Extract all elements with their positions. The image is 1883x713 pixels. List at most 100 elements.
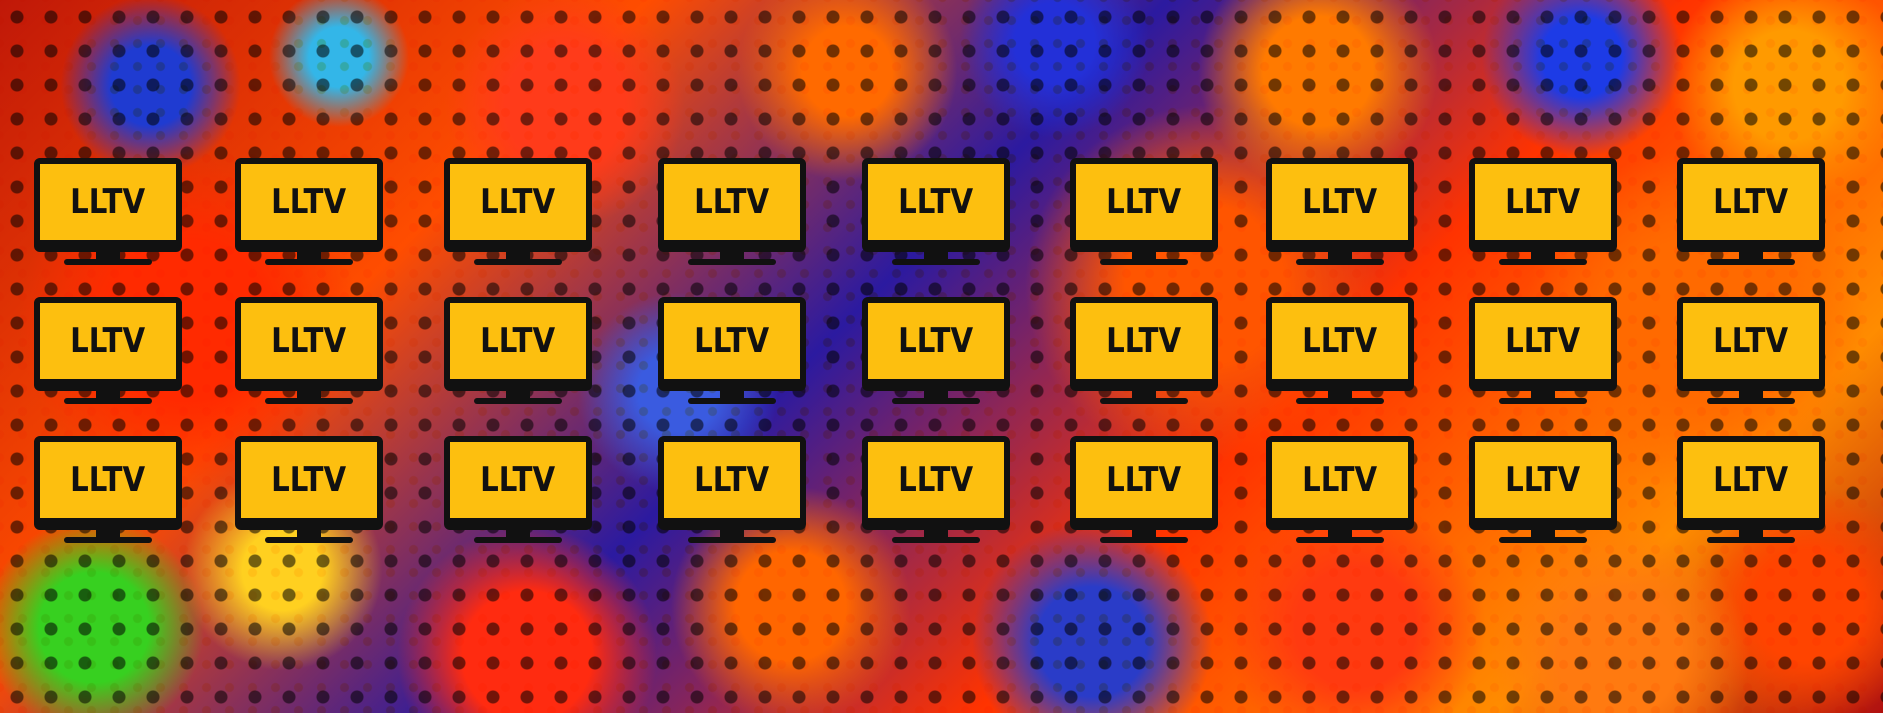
tv-logo-text: LLTV	[1106, 321, 1182, 361]
tv-logo-text: LLTV	[70, 321, 146, 361]
tv-stand-base	[892, 398, 980, 404]
tv-stand-base	[892, 537, 980, 543]
tv-logo-text: LLTV	[1106, 460, 1182, 500]
tv-monitor-icon: LLTV	[1070, 158, 1218, 278]
tv-stand-base	[1100, 398, 1188, 404]
tv-logo-text: LLTV	[1106, 182, 1182, 222]
tv-screen: LLTV	[1070, 158, 1218, 252]
tv-screen: LLTV	[235, 158, 383, 252]
tv-monitor-icon: LLTV	[1677, 297, 1825, 417]
tv-logo-text: LLTV	[70, 460, 146, 500]
tv-logo-text: LLTV	[898, 460, 974, 500]
tv-monitor-icon: LLTV	[1070, 436, 1218, 556]
tv-logo-text: LLTV	[1713, 321, 1789, 361]
tv-screen: LLTV	[34, 436, 182, 530]
tv-monitor-icon: LLTV	[34, 158, 182, 278]
tv-screen: LLTV	[235, 436, 383, 530]
tv-logo-text: LLTV	[271, 321, 347, 361]
tv-screen: LLTV	[1469, 158, 1617, 252]
tv-monitor-icon: LLTV	[862, 297, 1010, 417]
tv-monitor-icon: LLTV	[1070, 297, 1218, 417]
tv-logo-text: LLTV	[1505, 182, 1581, 222]
tv-logo-text: LLTV	[1505, 321, 1581, 361]
tv-monitor-icon: LLTV	[1469, 158, 1617, 278]
tv-screen: LLTV	[1469, 297, 1617, 391]
tv-stand-base	[265, 398, 353, 404]
tv-screen: LLTV	[1266, 436, 1414, 530]
tv-monitor-icon: LLTV	[1469, 436, 1617, 556]
tv-stand-base	[1707, 537, 1795, 543]
tv-logo-text: LLTV	[480, 182, 556, 222]
tv-stand-base	[1296, 537, 1384, 543]
tv-logo-text: LLTV	[271, 182, 347, 222]
tv-monitor-icon: LLTV	[235, 297, 383, 417]
tv-logo-text: LLTV	[70, 182, 146, 222]
tv-logo-text: LLTV	[1713, 182, 1789, 222]
tv-stand-base	[1499, 259, 1587, 265]
tv-monitor-icon: LLTV	[444, 436, 592, 556]
tv-monitor-icon: LLTV	[862, 158, 1010, 278]
tv-screen: LLTV	[1677, 297, 1825, 391]
tv-monitor-icon: LLTV	[1266, 436, 1414, 556]
tv-stand-base	[64, 398, 152, 404]
tv-stand-base	[265, 537, 353, 543]
tv-logo-text: LLTV	[1505, 460, 1581, 500]
tv-stand-base	[688, 259, 776, 265]
tv-stand-base	[1499, 537, 1587, 543]
tv-monitor-icon: LLTV	[34, 436, 182, 556]
tv-stand-base	[1707, 259, 1795, 265]
tv-stand-base	[1100, 537, 1188, 543]
tv-screen: LLTV	[658, 297, 806, 391]
tv-screen: LLTV	[658, 436, 806, 530]
tv-screen: LLTV	[862, 436, 1010, 530]
tv-stand-base	[1296, 398, 1384, 404]
tv-stand-base	[474, 537, 562, 543]
tv-monitor-icon: LLTV	[658, 297, 806, 417]
tv-stand-base	[474, 398, 562, 404]
tv-logo-text: LLTV	[271, 460, 347, 500]
tv-logo-text: LLTV	[1302, 460, 1378, 500]
tv-logo-text: LLTV	[480, 460, 556, 500]
tv-monitor-icon: LLTV	[444, 158, 592, 278]
tv-stand-base	[1499, 398, 1587, 404]
tv-monitor-icon: LLTV	[444, 297, 592, 417]
tv-logo-text: LLTV	[1302, 182, 1378, 222]
tv-stand-base	[892, 259, 980, 265]
tv-stand-base	[64, 259, 152, 265]
tv-screen: LLTV	[1266, 297, 1414, 391]
tv-monitor-icon: LLTV	[862, 436, 1010, 556]
lltv-banner: LLTV LLTV LLTV LLTV LLTV LLTV LLTV LLTV LLTV LLTV…	[0, 0, 1883, 713]
tv-stand-base	[688, 537, 776, 543]
tv-logo-text: LLTV	[1302, 321, 1378, 361]
tv-stand-base	[64, 537, 152, 543]
tv-screen: LLTV	[1677, 158, 1825, 252]
tv-screen: LLTV	[1469, 436, 1617, 530]
tv-logo-text: LLTV	[480, 321, 556, 361]
tv-screen: LLTV	[1070, 436, 1218, 530]
tv-monitor-icon: LLTV	[34, 297, 182, 417]
tv-screen: LLTV	[34, 158, 182, 252]
tv-monitor-icon: LLTV	[1677, 436, 1825, 556]
tv-monitor-icon: LLTV	[658, 436, 806, 556]
tv-screen: LLTV	[235, 297, 383, 391]
tv-stand-base	[474, 259, 562, 265]
tv-stand-base	[1100, 259, 1188, 265]
tv-stand-base	[265, 259, 353, 265]
tv-stand-base	[688, 398, 776, 404]
tv-screen: LLTV	[862, 297, 1010, 391]
tv-logo-text: LLTV	[898, 182, 974, 222]
tv-monitor-icon: LLTV	[1266, 158, 1414, 278]
tv-screen: LLTV	[444, 158, 592, 252]
tv-logo-text: LLTV	[694, 182, 770, 222]
tv-screen: LLTV	[1266, 158, 1414, 252]
tv-logo-text: LLTV	[694, 321, 770, 361]
tv-logo-text: LLTV	[694, 460, 770, 500]
tv-screen: LLTV	[862, 158, 1010, 252]
tv-screen: LLTV	[34, 297, 182, 391]
tv-stand-base	[1707, 398, 1795, 404]
tv-screen: LLTV	[444, 297, 592, 391]
tv-monitor-icon: LLTV	[658, 158, 806, 278]
tv-monitor-icon: LLTV	[1266, 297, 1414, 417]
tv-monitor-icon: LLTV	[1469, 297, 1617, 417]
tv-screen: LLTV	[658, 158, 806, 252]
